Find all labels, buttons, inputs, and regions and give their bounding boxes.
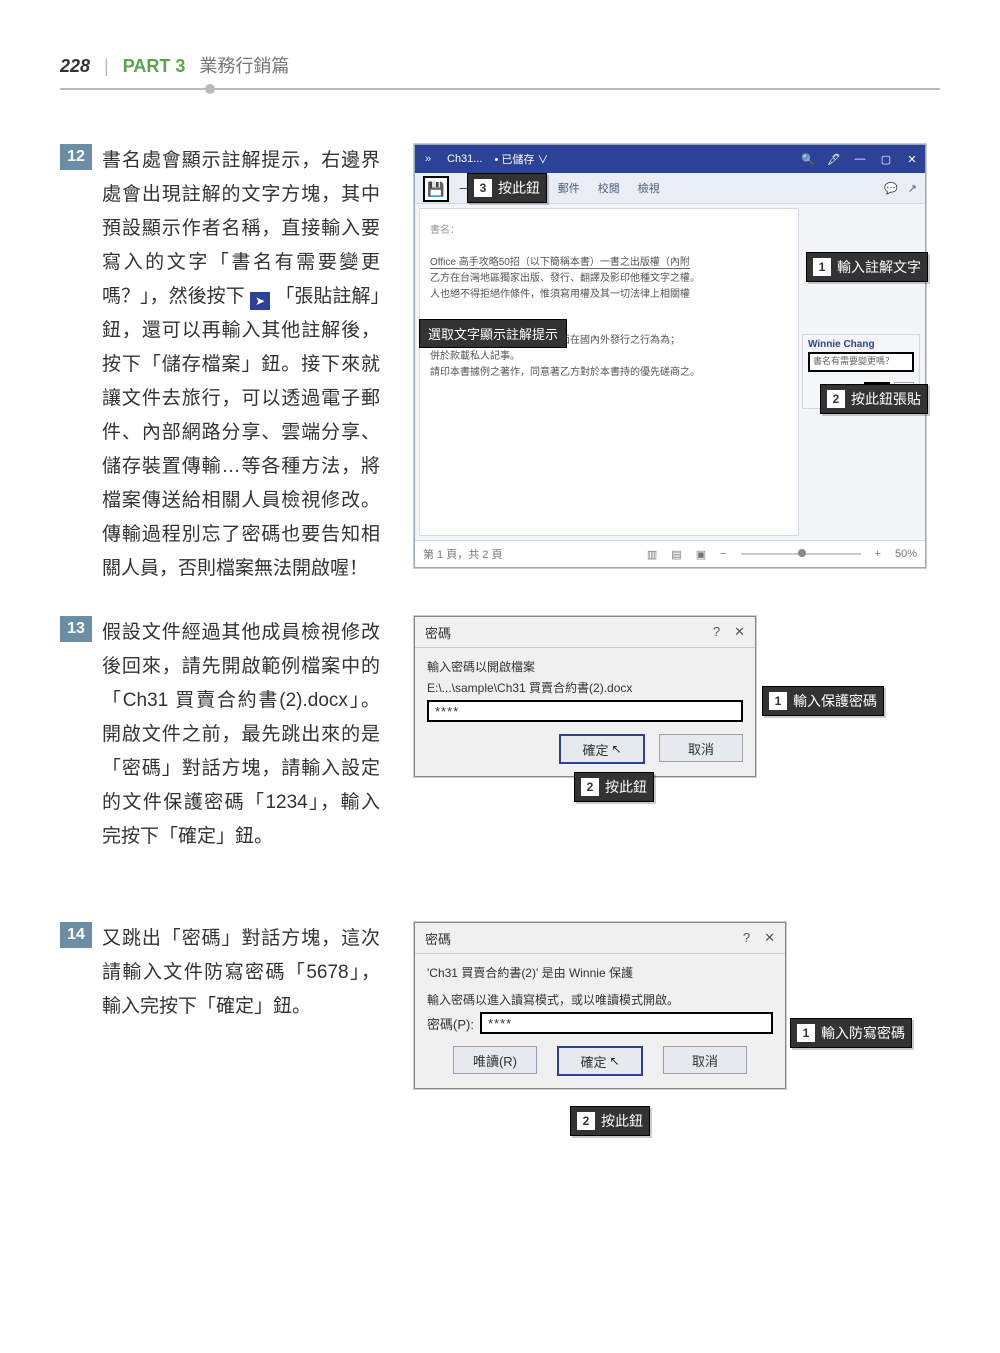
doc-line: 併於款載私人記事。: [430, 349, 788, 365]
callout-2: 2按此鈕張貼: [820, 384, 928, 414]
password-write-dialog: 密碼 ? ✕ 'Ch31 買賣合約書(2)' 是由 Winnie 保護 輸入密碼…: [414, 922, 786, 1089]
zoom-slider[interactable]: [741, 553, 861, 555]
step-13-text: 假設文件經過其他成員檢視修改後回來，請先開啟範例檔案中的「Ch31 買賣合約書(…: [102, 616, 380, 854]
saved-status[interactable]: • 已儲存 ∨: [488, 151, 554, 167]
post-comment-icon: ➤: [250, 292, 270, 310]
comments-icon[interactable]: 💬: [884, 182, 898, 195]
password-open-dialog: 密碼 ? ✕ 輸入密碼以開啟檔案 E:\...\sample\Ch31 買賣合約…: [414, 616, 756, 777]
pw-label: 密碼(P):: [427, 1014, 474, 1033]
callout-2: 2按此鈕: [570, 1106, 650, 1136]
ribbon-tab-view[interactable]: 檢視: [634, 178, 664, 198]
close-icon[interactable]: ✕: [734, 624, 745, 640]
zoom-value: 50%: [895, 548, 917, 560]
step-number-14: 14: [60, 922, 92, 948]
part-subtitle: 業務行銷篇: [199, 52, 289, 78]
close-icon[interactable]: ✕: [899, 153, 925, 166]
callout-3: 3按此鈕: [467, 173, 547, 203]
readonly-button[interactable]: 唯讀(R): [453, 1046, 537, 1074]
view-icon[interactable]: ▤: [671, 548, 681, 561]
header-separator: |: [104, 56, 109, 77]
step-number-12: 12: [60, 144, 92, 170]
part-label: PART 3: [123, 56, 186, 77]
dialog-line: 'Ch31 買賣合約書(2)' 是由 Winnie 保護: [427, 964, 773, 981]
callout-1: 1輸入註解文字: [806, 252, 928, 282]
help-icon[interactable]: ?: [743, 930, 750, 946]
step-number-13: 13: [60, 616, 92, 642]
step-14-text: 又跳出「密碼」對話方塊，這次請輸入文件防寫密碼「5678」，輸入完按下「確定」鈕…: [102, 922, 380, 1024]
ribbon-tab-review[interactable]: 校閱: [594, 178, 624, 198]
password-input[interactable]: ****: [480, 1012, 773, 1034]
view-icon[interactable]: ▣: [696, 548, 706, 561]
dialog-titlebar: 密碼 ? ✕: [415, 923, 785, 954]
search-icon[interactable]: 🔍: [795, 153, 821, 166]
callout-1: 1輸入保護密碼: [762, 686, 884, 716]
doc-underline: Office 高手攻略50招（以下簡稱本書）一書之出版權（內附: [430, 257, 690, 269]
minimize-icon[interactable]: —: [847, 153, 873, 165]
dialog-path: E:\...\sample\Ch31 買賣合約書(2).docx: [427, 679, 743, 696]
user-icon[interactable]: 🖋: [821, 153, 847, 166]
dialog-titlebar: 密碼 ? ✕: [415, 617, 755, 648]
doc-line: 人也絕不得拒絕作條件，惟須寫用權及其一切法律上相關權: [430, 287, 788, 303]
document-area[interactable]: 書名： Office 高手攻略50招（以下簡稱本書）一書之出版權（內附 乙方在台…: [419, 208, 799, 536]
word-statusbar: 第 1 頁，共 2 頁 ▥ ▤ ▣ − + 50%: [415, 540, 925, 567]
header-rule: [60, 88, 940, 90]
page-number: 228: [60, 56, 90, 77]
callout-1: 1輸入防寫密碼: [790, 1018, 912, 1048]
step-12-text: 書名處會顯示註解提示，右邊界處會出現註解的文字方塊，其中預設顯示作者名稱，直接輸…: [102, 144, 380, 586]
doc-line: 乙方在台灣地區獨家出版、發行、翻譯及影印他種文字之權。: [430, 271, 788, 287]
page-indicator: 第 1 頁，共 2 頁: [423, 546, 502, 562]
cancel-button[interactable]: 取消: [663, 1046, 747, 1074]
word-titlebar: » Ch31... • 已儲存 ∨ 🔍 🖋 — ▢ ✕: [415, 145, 925, 173]
dialog-line: 輸入密碼以開啟檔案: [427, 658, 743, 675]
cursor-icon: ↖: [609, 1054, 619, 1068]
ok-button[interactable]: 確定↖: [559, 734, 645, 764]
word-window: » Ch31... • 已儲存 ∨ 🔍 🖋 — ▢ ✕ 💾 ⟶ 面 參考: [414, 144, 926, 568]
highlight-tooltip: 選取文字顯示註解提示: [419, 319, 567, 348]
page-header: 228 | PART 3 業務行銷篇: [60, 52, 940, 78]
cursor-icon: ↖: [611, 742, 621, 756]
maximize-icon[interactable]: ▢: [873, 153, 899, 166]
back-icon[interactable]: »: [415, 153, 441, 165]
comment-author: Winnie Chang: [808, 339, 914, 350]
share-icon[interactable]: ↗: [908, 182, 917, 195]
ok-button[interactable]: 確定↖: [557, 1046, 643, 1076]
password-input[interactable]: ****: [427, 700, 743, 722]
doc-line: 請印本書據例之著作，同意著乙方對於本書持的優先磋商之。: [430, 365, 788, 381]
doc-small-label: 書名：: [430, 223, 788, 239]
dialog-title: 密碼: [425, 929, 451, 948]
save-button[interactable]: 💾: [423, 176, 449, 202]
comment-input[interactable]: 書名有需要變更嗎？: [808, 352, 914, 372]
file-name: Ch31...: [441, 153, 488, 165]
close-icon[interactable]: ✕: [764, 930, 775, 946]
view-icon[interactable]: ▥: [647, 548, 657, 561]
ribbon-tab-mail[interactable]: 郵件: [554, 178, 584, 198]
callout-2: 2按此鈕: [574, 772, 654, 802]
dialog-line: 輸入密碼以進入讀寫模式，或以唯讀模式開啟。: [427, 991, 773, 1008]
help-icon[interactable]: ?: [713, 624, 720, 640]
dialog-title: 密碼: [425, 623, 451, 642]
cancel-button[interactable]: 取消: [659, 734, 743, 762]
